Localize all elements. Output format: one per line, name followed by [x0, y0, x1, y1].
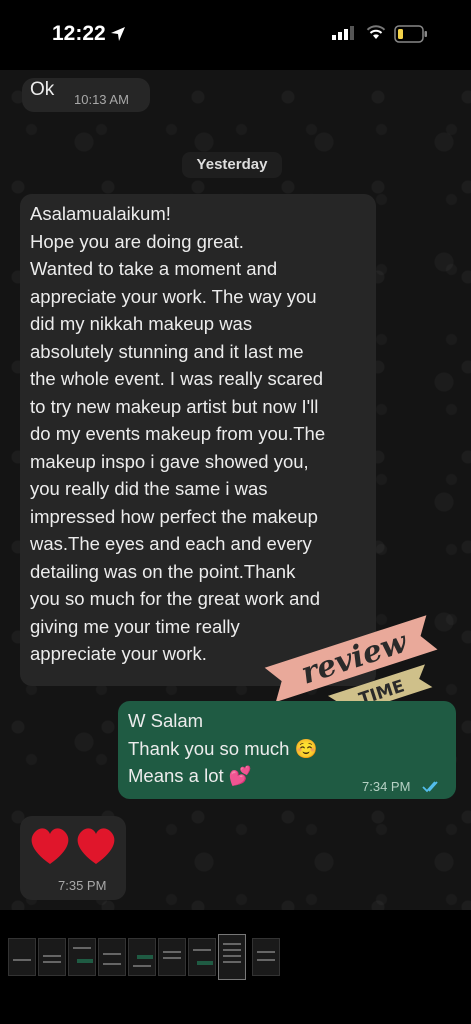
battery-icon: [394, 25, 427, 43]
thumbnail-current[interactable]: [218, 934, 246, 980]
wifi-icon: [366, 25, 386, 39]
read-receipt-icon: [422, 781, 438, 793]
story-thumbnail-strip: [0, 910, 471, 1024]
heart-emojis: [31, 828, 115, 864]
location-arrow-icon: [111, 27, 125, 41]
message-text: Ok: [30, 79, 55, 100]
date-divider: Yesterday: [182, 152, 282, 178]
message-ok[interactable]: Ok 10:13 AM: [22, 78, 150, 112]
thumbnail-7[interactable]: [188, 938, 216, 976]
message-reply[interactable]: W Salam Thank you so much ☺️ Means a lot…: [118, 701, 456, 799]
message-time: 10:13 AM: [74, 92, 129, 107]
thumbnail-1[interactable]: [8, 938, 36, 976]
status-bar: 12:22: [0, 0, 471, 70]
thumbnail-2[interactable]: [38, 938, 66, 976]
cellular-signal-icon: [332, 26, 354, 40]
clock: 12:22: [52, 22, 106, 45]
message-time: 7:34 PM: [362, 779, 411, 794]
message-text: W Salam Thank you so much ☺️ Means a lot…: [128, 710, 318, 786]
thumbnail-3[interactable]: [68, 938, 96, 976]
message-hearts[interactable]: 7:35 PM: [20, 816, 126, 900]
thumbnail-5[interactable]: [128, 938, 156, 976]
thumbnail-9[interactable]: [252, 938, 280, 976]
thumbnail-4[interactable]: [98, 938, 126, 976]
thumbnail-6[interactable]: [158, 938, 186, 976]
message-time: 7:35 PM: [58, 878, 107, 893]
